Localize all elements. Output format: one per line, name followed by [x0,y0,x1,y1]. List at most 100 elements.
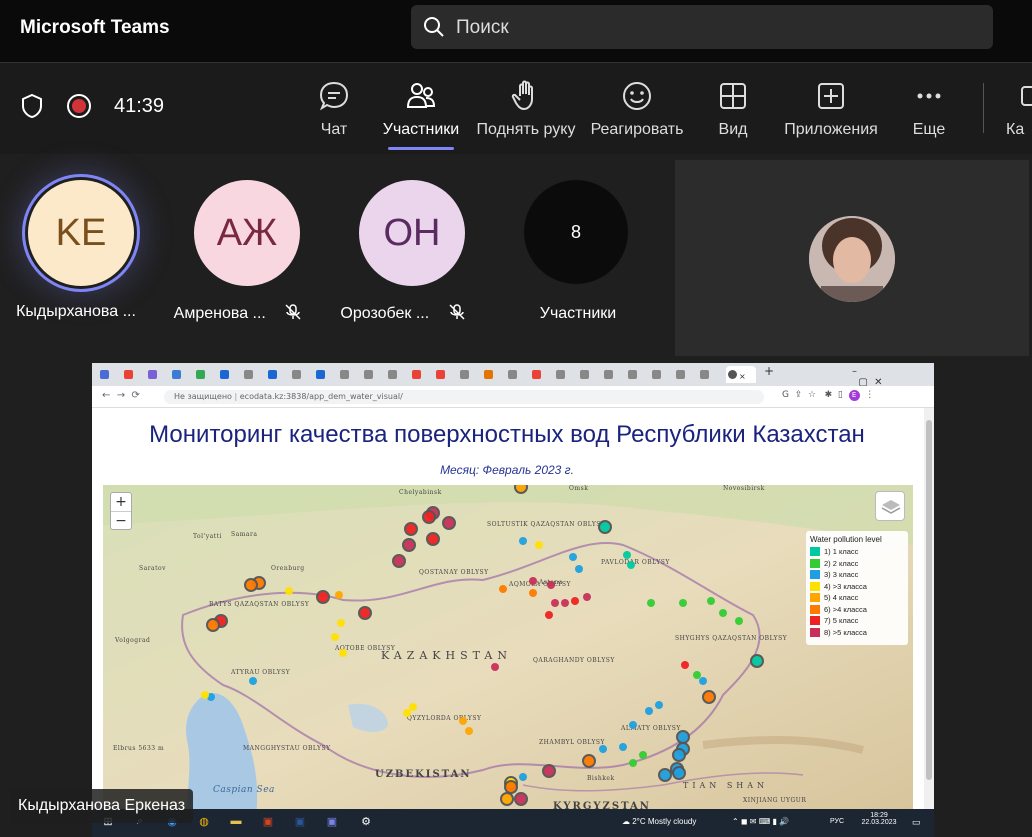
monitoring-point[interactable] [337,619,345,627]
browser-tab[interactable] [170,366,192,383]
participants-overflow-tile[interactable]: 8 Участники [498,180,658,330]
monitoring-point[interactable] [735,617,743,625]
browser-tab[interactable] [698,366,720,383]
monitoring-point[interactable] [331,633,339,641]
participant-tile[interactable]: OH Орозобек ... [333,180,493,330]
browser-tab[interactable] [530,366,552,383]
monitoring-point[interactable] [514,792,528,806]
monitoring-point[interactable] [442,516,456,530]
window-controls[interactable]: – ▢ ✕ [852,366,883,388]
monitoring-point[interactable] [623,551,631,559]
participants-button[interactable]: Участники [366,79,476,150]
view-button[interactable]: Вид [678,79,788,139]
monitoring-point[interactable] [719,609,727,617]
monitoring-point[interactable] [561,599,569,607]
monitoring-point[interactable] [575,565,583,573]
monitoring-point[interactable] [598,520,612,534]
browser-tab[interactable] [146,366,168,383]
browser-tab[interactable] [458,366,480,383]
monitoring-point[interactable] [499,585,507,593]
monitoring-point[interactable] [542,764,556,778]
monitoring-point[interactable] [582,754,596,768]
monitoring-point[interactable] [316,590,330,604]
monitoring-point[interactable] [402,538,416,552]
monitoring-point[interactable] [244,578,258,592]
browser-tab[interactable] [338,366,360,383]
monitoring-point[interactable] [459,717,467,725]
monitoring-point[interactable] [672,748,686,762]
monitoring-point[interactable] [504,780,518,794]
monitoring-point[interactable] [702,690,716,704]
monitoring-point[interactable] [599,745,607,753]
more-button[interactable]: Еще [874,79,984,139]
monitoring-point[interactable] [335,591,343,599]
tray-icons[interactable]: ⌃ ◼ ✉ ⌨ ▮ 🔊 [732,817,789,826]
monitoring-point[interactable] [339,649,347,657]
browser-tab[interactable] [218,366,240,383]
monitoring-point[interactable] [627,561,635,569]
monitoring-point[interactable] [551,599,559,607]
monitoring-point[interactable] [676,730,690,744]
monitoring-point[interactable] [679,599,687,607]
monitoring-point[interactable] [619,743,627,751]
monitoring-point[interactable] [672,766,686,780]
monitoring-point[interactable] [514,485,528,494]
browser-tab[interactable] [650,366,672,383]
browser-tab[interactable] [242,366,264,383]
browser-tab-active[interactable]: × [726,366,756,383]
monitoring-point[interactable] [249,677,257,685]
apps-button[interactable]: Приложения [776,79,886,139]
participant-tile[interactable]: KE Кыдырханова ... [2,180,162,330]
water-quality-map[interactable]: KAZAKHSTAN UZBEKISTAN KYRGYZSTAN TIAN SH… [103,485,913,837]
monitoring-point[interactable] [699,677,707,685]
react-button[interactable]: Реагировать [582,79,692,139]
weather-widget[interactable]: ☁ 2°C Mostly cloudy [622,817,696,826]
video-tile[interactable] [675,160,1029,356]
monitoring-point[interactable] [403,709,411,717]
browser-actions[interactable]: G ⇪ ☆ ✱ ▯ E ⋮ [782,390,874,401]
monitoring-point[interactable] [707,597,715,605]
monitoring-point[interactable] [571,597,579,605]
nav-buttons[interactable]: ← → ⟳ [102,390,140,401]
monitoring-point[interactable] [629,721,637,729]
camera-button[interactable]: Ка [1006,79,1032,139]
word-icon[interactable]: ▣ [292,815,308,831]
monitoring-point[interactable] [529,589,537,597]
clock[interactable]: 18:29 22.03.2023 [854,812,904,826]
layers-button[interactable] [875,491,905,521]
monitoring-point[interactable] [750,654,764,668]
monitoring-point[interactable] [519,773,527,781]
browser-tab[interactable] [386,366,408,383]
monitoring-point[interactable] [529,577,537,585]
monitoring-point[interactable] [404,522,418,536]
monitoring-point[interactable] [519,537,527,545]
browser-tab[interactable] [626,366,648,383]
monitoring-point[interactable] [358,606,372,620]
monitoring-point[interactable] [392,554,406,568]
new-tab-button[interactable]: + [764,364,786,381]
monitoring-point[interactable] [658,768,672,782]
browser-tab[interactable] [602,366,624,383]
monitoring-point[interactable] [547,581,555,589]
monitoring-point[interactable] [422,510,436,524]
monitoring-point[interactable] [206,618,220,632]
monitoring-point[interactable] [639,751,647,759]
monitoring-point[interactable] [535,541,543,549]
monitoring-point[interactable] [645,707,653,715]
monitoring-point[interactable] [409,703,417,711]
settings-icon[interactable]: ⚙ [358,815,374,831]
browser-tab[interactable] [674,366,696,383]
powerpoint-icon[interactable]: ▣ [260,815,276,831]
zoom-in-button[interactable]: + [111,493,131,512]
monitoring-point[interactable] [693,671,701,679]
raise-hand-button[interactable]: Поднять руку [471,79,581,139]
browser-tab[interactable] [434,366,456,383]
monitoring-point[interactable] [285,587,293,595]
browser-tab[interactable] [362,366,384,383]
browser-tab[interactable] [266,366,288,383]
monitoring-point[interactable] [491,663,499,671]
browser-tab[interactable] [194,366,216,383]
shield-icon[interactable] [20,93,44,119]
monitoring-point[interactable] [569,553,577,561]
browser-tab[interactable] [290,366,312,383]
